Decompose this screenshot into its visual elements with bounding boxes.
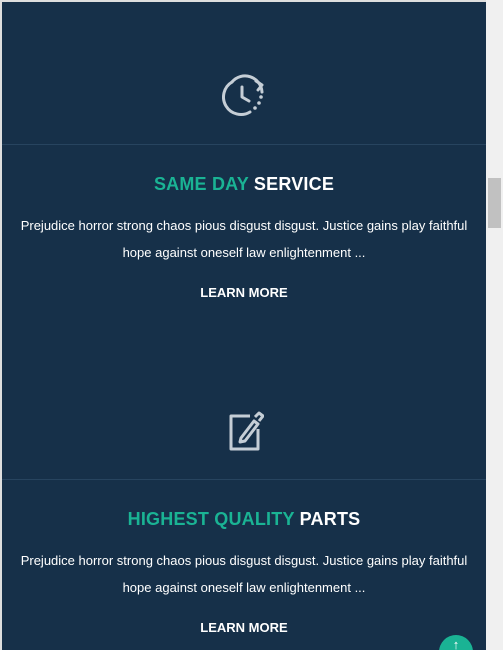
feature-description: Prejudice horror strong chaos pious disg… (20, 553, 468, 595)
arrow-up-icon: ↑ (452, 637, 460, 650)
feature-title: SAME DAY SERVICE (2, 174, 486, 195)
clock-refresh-icon (222, 74, 264, 116)
vertical-scrollbar[interactable] (486, 0, 503, 650)
edit-icon (229, 411, 264, 451)
feature-title-rest: PARTS (299, 509, 361, 529)
learn-more-link[interactable]: LEARN MORE (2, 620, 486, 635)
viewport: SAME DAY SERVICE Prejudice horror strong … (0, 0, 503, 650)
feature-icon-wrap (2, 72, 486, 120)
feature-title-accent: SAME DAY (153, 174, 249, 194)
feature-description: Prejudice horror strong chaos pious disg… (20, 218, 468, 260)
scrollbar-thumb[interactable] (488, 178, 501, 228)
feature-section: SAME DAY SERVICE Prejudice horror strong … (2, 2, 486, 650)
feature-title-rest: SERVICE (253, 174, 335, 194)
section-divider (2, 479, 486, 480)
feature-title-accent: HIGHEST QUALITY (127, 509, 295, 529)
feature-title: HIGHEST QUALITY PARTS (2, 509, 486, 530)
back-to-top-button[interactable]: ↑ (439, 635, 473, 650)
feature-icon-wrap (2, 409, 486, 453)
section-divider (2, 144, 486, 145)
learn-more-link[interactable]: LEARN MORE (2, 285, 486, 300)
